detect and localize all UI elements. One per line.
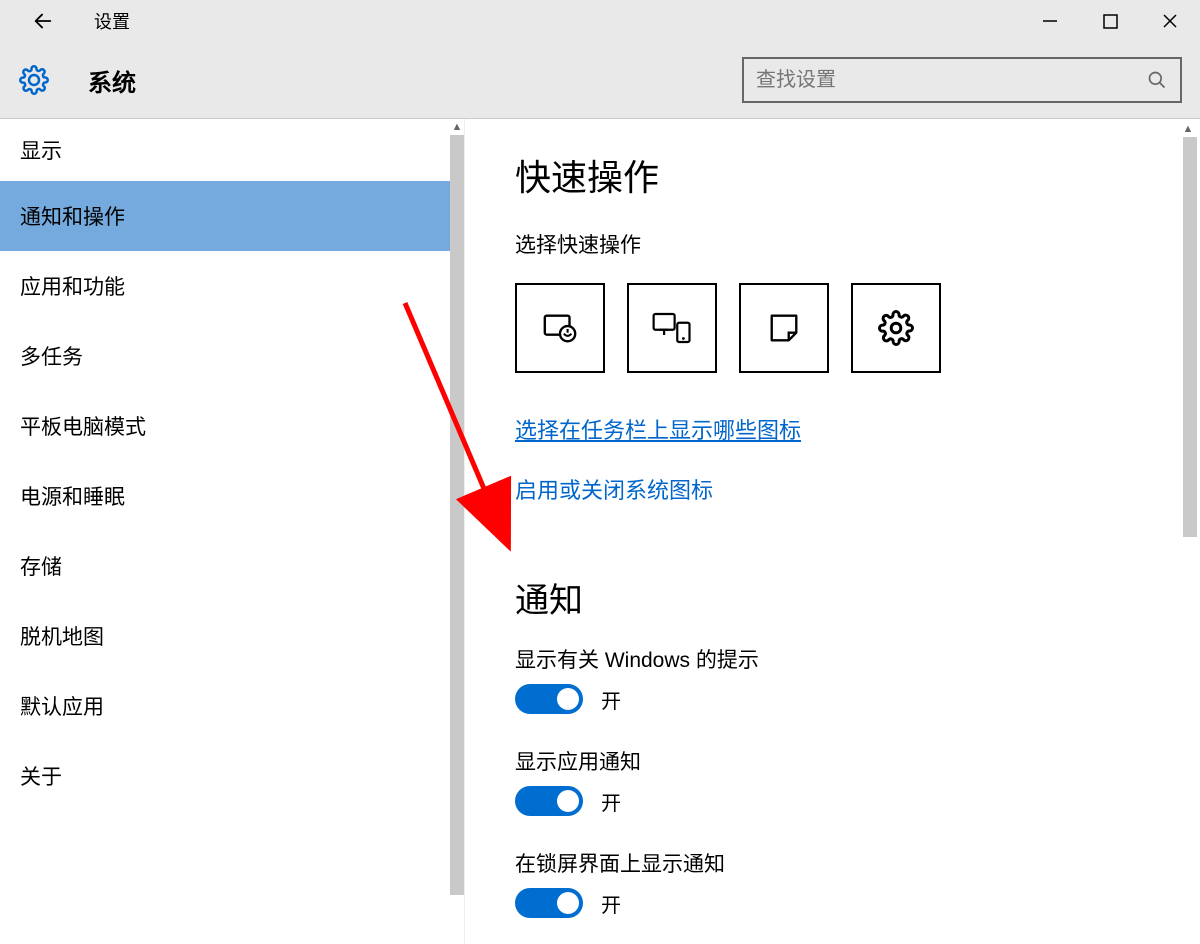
sidebar-item-storage[interactable]: 存储 bbox=[0, 531, 464, 601]
toggle-label: 显示应用通知 bbox=[515, 746, 1200, 776]
search-icon bbox=[1144, 70, 1170, 90]
project-icon bbox=[651, 309, 693, 347]
scrollbar-thumb[interactable] bbox=[1183, 137, 1197, 537]
quick-actions-heading: 快速操作 bbox=[515, 149, 1200, 201]
scroll-up-icon[interactable]: ▲ bbox=[1181, 123, 1195, 137]
quick-tile-settings[interactable] bbox=[851, 283, 941, 373]
back-arrow-icon bbox=[32, 10, 54, 32]
sidebar-item-label: 关于 bbox=[20, 761, 62, 791]
sidebar-item-label: 默认应用 bbox=[20, 691, 104, 721]
sidebar: ▲ 显示 通知和操作 应用和功能 多任务 平板电脑模式 电源和睡眠 存储 脱机地… bbox=[0, 119, 465, 944]
close-button[interactable] bbox=[1140, 0, 1200, 42]
sidebar-item-label: 通知和操作 bbox=[20, 201, 125, 231]
sidebar-item-label: 显示 bbox=[20, 135, 62, 165]
minimize-icon bbox=[1042, 13, 1058, 29]
sidebar-item-label: 多任务 bbox=[20, 341, 83, 371]
minimize-button[interactable] bbox=[1020, 0, 1080, 42]
page-category-title: 系统 bbox=[88, 63, 136, 98]
toggle-state: 开 bbox=[601, 685, 621, 714]
sidebar-item-label: 电源和睡眠 bbox=[20, 481, 125, 511]
quick-tile-note[interactable] bbox=[739, 283, 829, 373]
sidebar-item-display[interactable]: 显示 bbox=[0, 119, 464, 181]
search-field[interactable] bbox=[742, 57, 1182, 103]
close-icon bbox=[1162, 13, 1178, 29]
note-icon bbox=[767, 311, 801, 345]
window-title: 设置 bbox=[94, 8, 130, 34]
sidebar-item-label: 平板电脑模式 bbox=[20, 411, 146, 441]
toggle-app-notifications: 显示应用通知 开 bbox=[515, 746, 1200, 816]
sidebar-item-power[interactable]: 电源和睡眠 bbox=[0, 461, 464, 531]
sidebar-item-notifications[interactable]: 通知和操作 bbox=[0, 181, 464, 251]
tablet-icon bbox=[541, 309, 579, 347]
header-bar: 系统 bbox=[0, 42, 1200, 119]
toggle-state: 开 bbox=[601, 787, 621, 816]
quick-actions-subhead: 选择快速操作 bbox=[515, 229, 1200, 259]
toggle-switch[interactable] bbox=[515, 888, 583, 918]
sidebar-item-label: 存储 bbox=[20, 551, 62, 581]
toggle-state: 开 bbox=[601, 889, 621, 918]
window-controls bbox=[1020, 0, 1200, 42]
sidebar-item-default-apps[interactable]: 默认应用 bbox=[0, 671, 464, 741]
toggle-label: 在锁屏界面上显示通知 bbox=[515, 848, 1200, 878]
sidebar-item-about[interactable]: 关于 bbox=[0, 741, 464, 811]
link-taskbar-icons[interactable]: 选择在任务栏上显示哪些图标 bbox=[515, 413, 801, 445]
maximize-icon bbox=[1103, 14, 1118, 29]
scroll-up-icon[interactable]: ▲ bbox=[450, 121, 464, 135]
titlebar: 设置 bbox=[0, 0, 1200, 42]
maximize-button[interactable] bbox=[1080, 0, 1140, 42]
sidebar-item-tablet[interactable]: 平板电脑模式 bbox=[0, 391, 464, 461]
settings-gear-icon bbox=[878, 310, 914, 346]
quick-tile-project[interactable] bbox=[627, 283, 717, 373]
sidebar-item-multitask[interactable]: 多任务 bbox=[0, 321, 464, 391]
toggle-switch[interactable] bbox=[515, 786, 583, 816]
gear-icon bbox=[18, 64, 50, 96]
search-input[interactable] bbox=[754, 68, 1144, 93]
toggle-switch[interactable] bbox=[515, 684, 583, 714]
sidebar-item-label: 应用和功能 bbox=[20, 271, 125, 301]
back-button[interactable] bbox=[24, 2, 62, 40]
quick-action-tiles bbox=[515, 283, 1200, 373]
toggle-label: 显示有关 Windows 的提示 bbox=[515, 644, 1200, 674]
sidebar-item-apps[interactable]: 应用和功能 bbox=[0, 251, 464, 321]
sidebar-item-label: 脱机地图 bbox=[20, 621, 104, 651]
toggle-lockscreen-notifications: 在锁屏界面上显示通知 开 bbox=[515, 848, 1200, 918]
content-pane: ▲ 快速操作 选择快速操作 bbox=[465, 119, 1200, 944]
scrollbar-thumb[interactable] bbox=[450, 135, 464, 895]
notifications-heading: 通知 bbox=[515, 573, 1200, 622]
toggle-windows-tips: 显示有关 Windows 的提示 开 bbox=[515, 644, 1200, 714]
link-system-icons[interactable]: 启用或关闭系统图标 bbox=[515, 473, 713, 505]
sidebar-item-maps[interactable]: 脱机地图 bbox=[0, 601, 464, 671]
quick-tile-tablet[interactable] bbox=[515, 283, 605, 373]
